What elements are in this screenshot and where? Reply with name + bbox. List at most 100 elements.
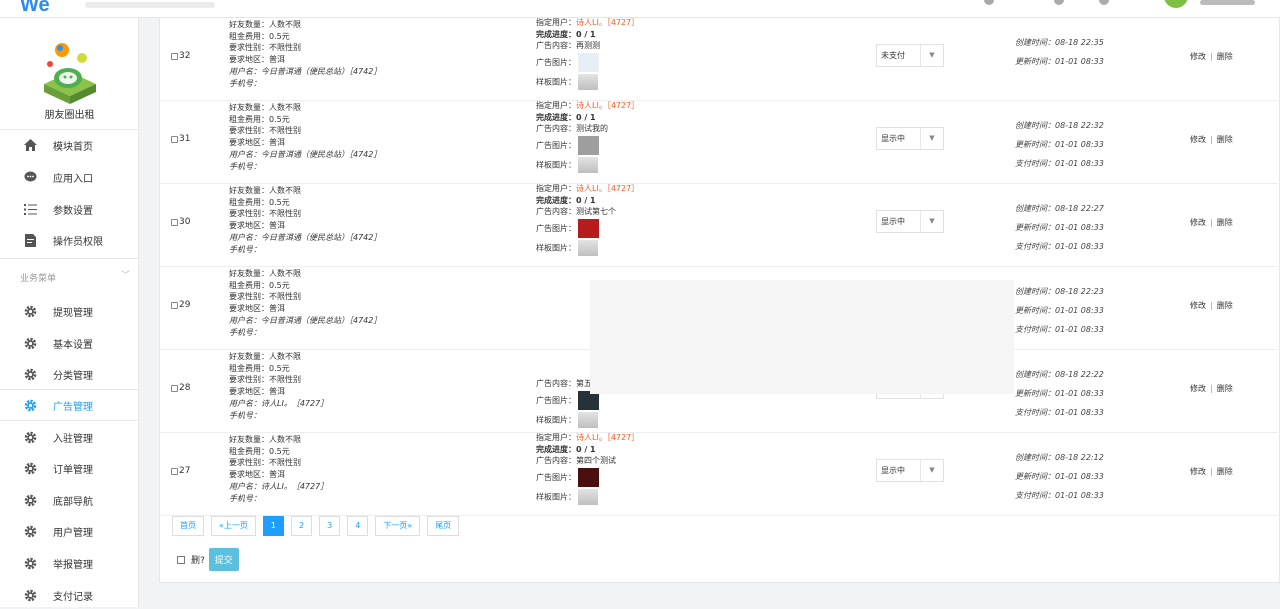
sidebar-item-3[interactable]: 广告管理 — [0, 391, 139, 419]
row-detail: 手机号： — [229, 410, 261, 420]
row-times: 创建时间：08-18 22:27 更新时间：01-01 08:33 支付时间：01-… — [1015, 199, 1104, 256]
edit-link[interactable]: 修改 — [1190, 218, 1206, 227]
assigned-user-label: 指定用户： — [536, 18, 576, 27]
pager-button[interactable]: 4 — [347, 516, 369, 536]
sample-image-thumb[interactable] — [578, 156, 598, 173]
menu-item-app-entry[interactable]: 应用入口 — [0, 163, 139, 191]
edit-link[interactable]: 修改 — [1190, 467, 1206, 476]
table-row: 27 好友数量：人数不限 租金费用：0.5元 要求性别：不限性别 要求地区：普洱 用户名：… — [160, 433, 1280, 516]
ad-image-label: 广告图片： — [536, 395, 576, 405]
assigned-user[interactable]: 诗人LI。［4727］ — [576, 184, 639, 193]
sidebar-item-5[interactable]: 订单管理 — [0, 454, 139, 482]
sidebar-item-6[interactable]: 底部导航 — [0, 486, 139, 514]
row-detail: 要求性别：不限性别 — [229, 43, 301, 53]
assigned-user[interactable]: 诗人LI。［4727］ — [576, 101, 639, 110]
ad-image-thumb[interactable] — [578, 467, 599, 487]
sample-image-label: 样板图片： — [536, 415, 576, 424]
pager-button[interactable]: 下一页» — [375, 516, 421, 536]
avatar[interactable] — [1164, 0, 1188, 8]
status-select[interactable]: 显示中▼ — [876, 210, 944, 233]
ad-image-thumb[interactable] — [578, 218, 599, 238]
pager-button[interactable]: «上一页 — [211, 516, 256, 536]
app-logo[interactable]: We — [20, 0, 50, 17]
pay-time: 支付时间：01-01 08:33 — [1015, 408, 1104, 417]
row-actions: 修改 | 删除 — [1190, 301, 1233, 310]
sidebar-item-4[interactable]: 入驻管理 — [0, 423, 139, 451]
bulk-actions: 删? 提交 — [177, 548, 239, 571]
edit-link[interactable]: 修改 — [1190, 52, 1206, 61]
delete-link[interactable]: 删除 — [1217, 135, 1233, 144]
update-time: 更新时间：01-01 08:33 — [1015, 472, 1104, 481]
row-id: 29 — [179, 300, 191, 310]
row-requirements: 好友数量：人数不限 租金费用：0.5元 要求性别：不限性别 要求地区：普洱 用户名：今日… — [229, 19, 381, 89]
pager-button[interactable]: 2 — [291, 516, 313, 536]
row-actions: 修改 | 删除 — [1190, 384, 1233, 393]
chevron-down-icon[interactable]: ﹀ — [121, 268, 130, 281]
row-checkbox[interactable] — [171, 136, 178, 143]
ad-image-thumb[interactable] — [578, 52, 599, 72]
sample-image-thumb[interactable] — [578, 73, 598, 90]
row-times: 创建时间：08-18 22:32 更新时间：01-01 08:33 支付时间：01-… — [1015, 116, 1104, 173]
row-checkbox[interactable] — [171, 53, 178, 60]
row-id: 28 — [179, 383, 191, 393]
username[interactable] — [1200, 0, 1255, 5]
delete-link[interactable]: 删除 — [1217, 52, 1233, 61]
sidebar-item-7[interactable]: 用户管理 — [0, 517, 139, 545]
assigned-user[interactable]: 诗人LI。［4727］ — [576, 433, 639, 442]
status-select[interactable]: 显示中▼ — [876, 127, 944, 150]
sample-image-thumb[interactable] — [578, 488, 598, 505]
row-detail: 租金费用：0.5元 — [229, 280, 290, 290]
row-checkbox[interactable] — [171, 219, 178, 226]
sidebar-item-8[interactable]: 举报管理 — [0, 549, 139, 577]
assigned-user[interactable]: 诗人LI。［4727］ — [576, 18, 639, 27]
section-title: 业务菜单 — [20, 274, 57, 284]
user-icon[interactable] — [1099, 0, 1109, 5]
status-select[interactable]: 未支付 ▼ — [876, 44, 944, 67]
row-actions: 修改 | 删除 — [1190, 467, 1233, 476]
sidebar-item-2[interactable]: 分类管理 — [0, 360, 139, 388]
gear-icon — [23, 398, 37, 412]
row-id: 30 — [179, 217, 191, 227]
pager-button[interactable]: 1 — [262, 516, 284, 536]
caret-down-icon: ▼ — [920, 45, 943, 66]
row-checkbox[interactable] — [171, 302, 178, 309]
caret-down-icon: ▼ — [920, 128, 943, 149]
sidebar-item-label: 提现管理 — [53, 307, 93, 319]
edit-link[interactable]: 修改 — [1190, 301, 1206, 310]
clock-icon[interactable] — [984, 0, 994, 5]
status-select[interactable]: 显示中▼ — [876, 459, 944, 482]
sidebar-item-0[interactable]: 提现管理 — [0, 297, 139, 325]
delete-link[interactable]: 删除 — [1217, 218, 1233, 227]
delete-link[interactable]: 删除 — [1217, 301, 1233, 310]
row-checkbox[interactable] — [171, 385, 178, 392]
sample-image-thumb[interactable] — [578, 239, 598, 256]
ad-image-thumb[interactable] — [578, 135, 599, 155]
pager-button[interactable]: 首页 — [172, 516, 204, 536]
menu-item-params[interactable]: 参数设置 — [0, 195, 139, 223]
row-checkbox[interactable] — [171, 468, 178, 475]
module-title: 朋友圈出租 — [44, 110, 95, 121]
sidebar-item-9[interactable]: 支付记录 — [0, 581, 139, 609]
ad-content: 广告内容：再测测 — [536, 41, 600, 50]
menu-item-operator[interactable]: 操作员权限 — [0, 226, 139, 254]
row-times: 创建时间：08-18 22:22 更新时间：01-01 08:33 支付时间：01-… — [1015, 365, 1104, 422]
pager-button[interactable]: 尾页 — [427, 516, 460, 536]
delete-link[interactable]: 删除 — [1217, 384, 1233, 393]
menu-item-home[interactable]: 模块首页 — [0, 131, 139, 159]
row-requirements: 好友数量：人数不限 租金费用：0.5元 要求性别：不限性别 要求地区：普洱 用户名：今日… — [229, 185, 381, 255]
row-detail: 好友数量：人数不限 — [229, 352, 301, 361]
edit-link[interactable]: 修改 — [1190, 384, 1206, 393]
delete-checkbox[interactable] — [177, 555, 185, 564]
edit-link[interactable]: 修改 — [1190, 135, 1206, 144]
sample-image-label: 样板图片： — [536, 77, 576, 86]
submit-button[interactable]: 提交 — [208, 548, 239, 571]
row-detail: 好友数量：人数不限 — [229, 186, 301, 195]
pay-time: 支付时间：01-01 08:33 — [1015, 491, 1104, 500]
row-requirements: 好友数量：人数不限 租金费用：0.5元 要求性别：不限性别 要求地区：普洱 用户名：诗人… — [229, 434, 328, 504]
sample-image-thumb[interactable] — [578, 411, 598, 428]
row-times: 创建时间：08-18 22:35 更新时间：01-01 08:33 — [1015, 33, 1104, 71]
sidebar-item-1[interactable]: 基本设置 — [0, 329, 139, 357]
bell-icon[interactable] — [1054, 0, 1064, 5]
pager-button[interactable]: 3 — [319, 516, 341, 536]
delete-link[interactable]: 删除 — [1217, 467, 1233, 476]
